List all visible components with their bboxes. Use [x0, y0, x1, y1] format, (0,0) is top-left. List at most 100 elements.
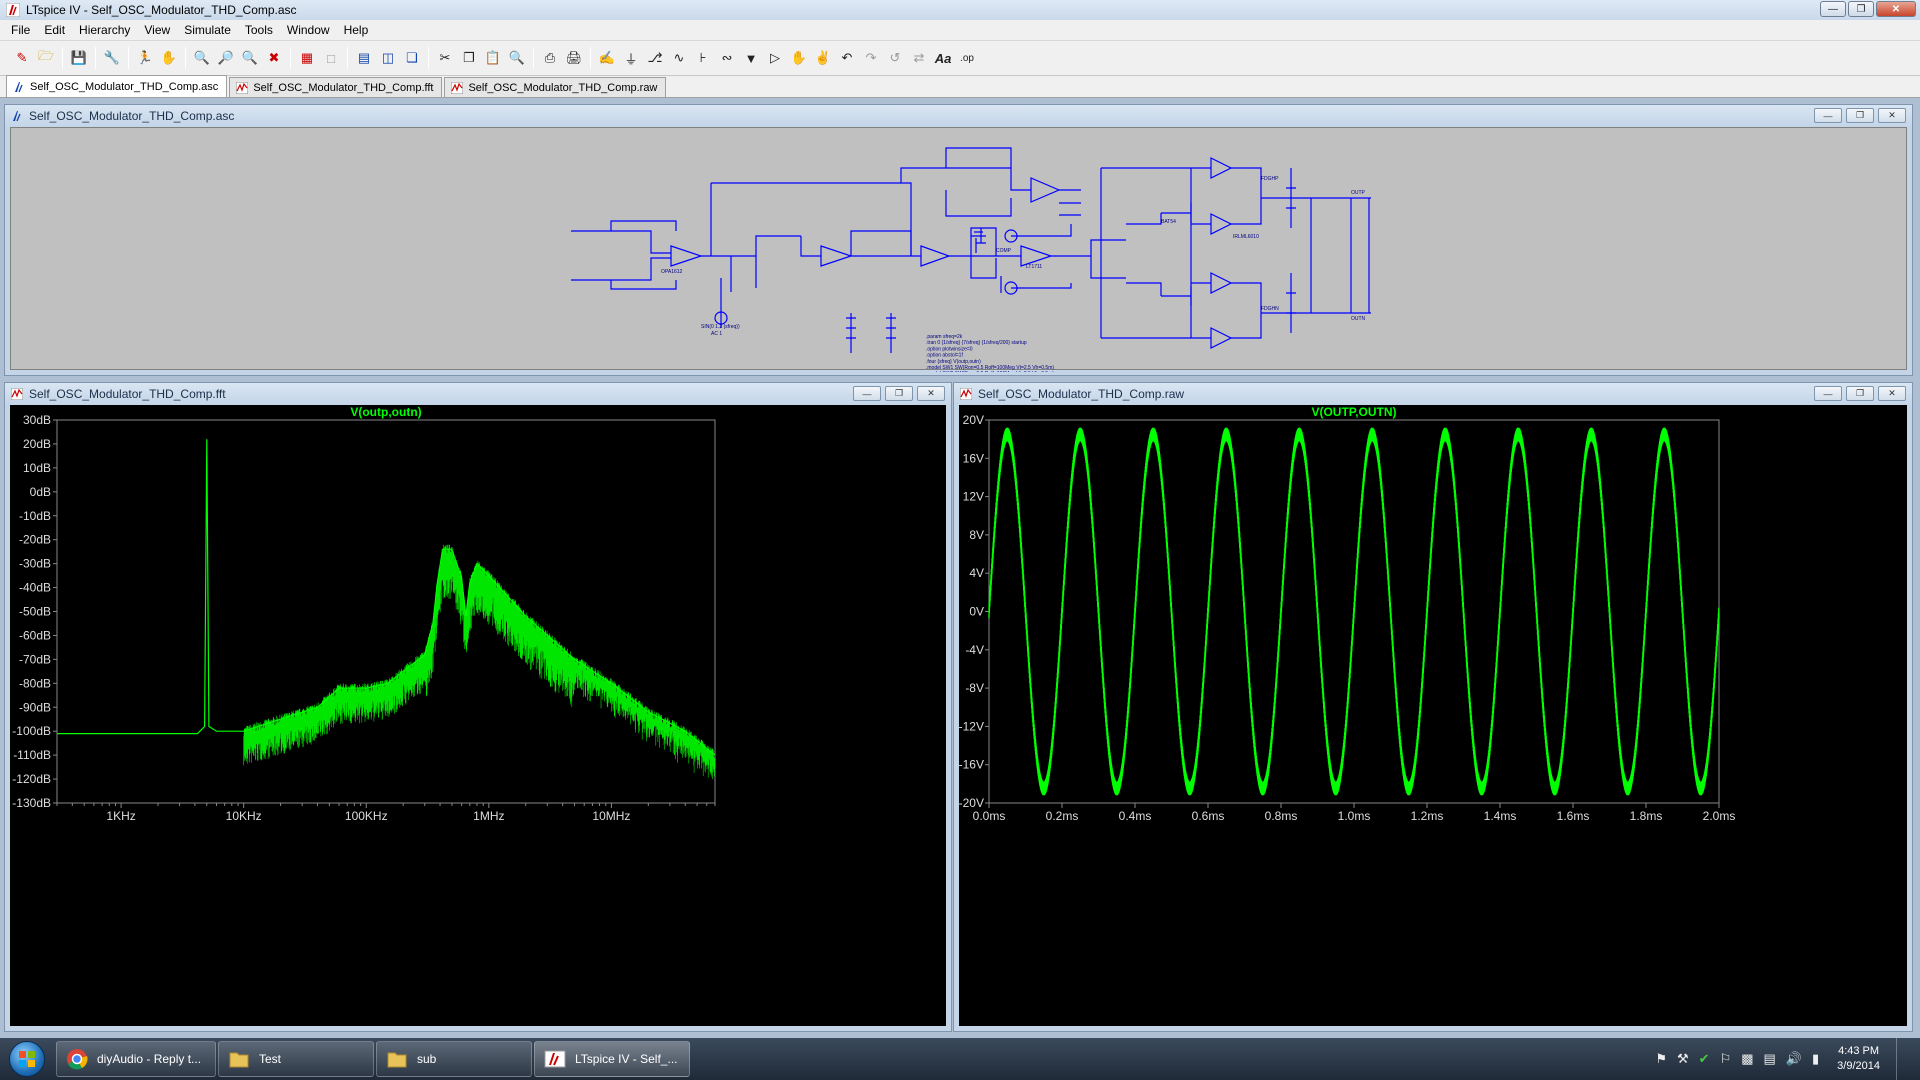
maximize-button[interactable]: ❐	[1848, 1, 1874, 17]
wire-icon[interactable]: ✍	[597, 48, 617, 68]
trace-label[interactable]: V(outp,outn)	[350, 405, 421, 419]
y-tick-label: -20dB	[19, 533, 51, 547]
start-button[interactable]	[0, 1038, 54, 1080]
rotate-icon[interactable]: ↺	[885, 48, 905, 68]
zoom-out-icon[interactable]: 🔍	[240, 48, 260, 68]
show-desktop-button[interactable]	[1896, 1038, 1910, 1080]
x-tick-label: 0.8ms	[1265, 809, 1298, 823]
maximize-button[interactable]: ❐	[885, 386, 913, 401]
tools-icon[interactable]: ⚒	[1677, 1051, 1689, 1067]
check-icon[interactable]: ✔	[1699, 1051, 1710, 1067]
network-icon[interactable]: ▤	[1764, 1051, 1776, 1067]
tile-vertical-icon[interactable]: ◫	[378, 48, 398, 68]
component-icon[interactable]: ▷	[765, 48, 785, 68]
spice-directive[interactable]: .tran 0 {1/sfreq} {7/sfreq} {1/sfreq/200…	[926, 340, 1027, 346]
minimize-button[interactable]: —	[1820, 1, 1846, 17]
y-tick-label: 20dB	[23, 437, 51, 451]
spice-directive[interactable]: .model SW1 SW(Ron=0.5 Roff=100Meg Vt=2.5…	[926, 365, 1054, 371]
fft-plot-area[interactable]: V(outp,outn) 30dB 20dB 10dB 0dB -10dB -20dB -30…	[10, 405, 946, 1026]
menu-hierarchy[interactable]: Hierarchy	[72, 23, 137, 37]
autorange-icon[interactable]: ▦	[297, 48, 317, 68]
tile-horizontal-icon[interactable]: ▤	[354, 48, 374, 68]
menu-tools[interactable]: Tools	[238, 23, 280, 37]
schematic-canvas[interactable]: OUTP OUTN COMP OPA1612 LT1711 IRLML6010 …	[10, 127, 1908, 377]
tab-schematic[interactable]: Self_OSC_Modulator_THD_Comp.asc	[6, 75, 228, 97]
spice-directive[interactable]: .four {sfreq} V(outp,outn)	[926, 359, 981, 365]
menu-view[interactable]: View	[137, 23, 177, 37]
menu-file[interactable]: File	[4, 23, 37, 37]
x-tick-label: 1MHz	[473, 809, 504, 823]
print-icon[interactable]: 🖨	[564, 48, 584, 68]
close-button[interactable]: ✕	[917, 386, 945, 401]
transient-plot[interactable]: V(OUTP,OUTN) 20V 16V 12V 8V 4V 0V -4V -8V -12V -16…	[959, 405, 1907, 1027]
flag-icon[interactable]: ⚐	[1720, 1051, 1732, 1067]
mirror-icon[interactable]: ⇄	[909, 48, 929, 68]
run-icon[interactable]: 🏃	[135, 48, 155, 68]
x-tick-label: 1KHz	[106, 809, 135, 823]
label-net-icon[interactable]: ⎇	[645, 48, 665, 68]
menu-edit[interactable]: Edit	[37, 23, 72, 37]
cut-icon[interactable]: ✂	[435, 48, 455, 68]
trace-label[interactable]: V(OUTP,OUTN)	[1311, 405, 1396, 419]
spice-directive[interactable]: .option abstol=1f	[926, 353, 963, 359]
ground-icon[interactable]: ⏚	[621, 48, 641, 68]
capacitor-icon[interactable]: ⊦	[693, 48, 713, 68]
close-button[interactable]: ✕	[1878, 108, 1906, 123]
spice-directive[interactable]: .option plotwinsize=0	[926, 346, 973, 352]
open-icon[interactable]: 🗁	[36, 48, 56, 68]
schematic-label: OPA1612	[661, 269, 683, 275]
control-panel-icon[interactable]: 🔧	[102, 48, 122, 68]
taskbar-item-chrome[interactable]: diyAudio - Reply t...	[56, 1041, 216, 1077]
device-icon[interactable]: ▩	[1741, 1051, 1753, 1067]
spice-directive-icon[interactable]: .op	[957, 48, 977, 68]
spice-directive[interactable]: .model SW2 SW(Ron=0.5 Roff=100Meg Vt=2.5…	[926, 371, 1054, 377]
y-tick-label: -12V	[959, 719, 984, 733]
close-button[interactable]: ✕	[1876, 1, 1916, 17]
drag-icon[interactable]: ✌	[813, 48, 833, 68]
copy-icon[interactable]: ❐	[459, 48, 479, 68]
spice-directive[interactable]: .param sfreq=2k	[926, 334, 963, 340]
minimize-button[interactable]: —	[1814, 386, 1842, 401]
taskbar-item-ltspice[interactable]: LTspice IV - Self_...	[534, 1041, 690, 1077]
raw-plot-area[interactable]: V(OUTP,OUTN) 20V 16V 12V 8V 4V 0V -4V -8V -12V -16…	[959, 405, 1907, 1026]
move-icon[interactable]: ✋	[789, 48, 809, 68]
taskbar-item-folder-test[interactable]: Test	[218, 1041, 374, 1077]
diode-icon[interactable]: ▼	[741, 48, 761, 68]
taskbar-item-folder-sub[interactable]: sub	[376, 1041, 532, 1077]
undo-icon[interactable]: ↶	[837, 48, 857, 68]
save-icon[interactable]: 💾	[69, 48, 89, 68]
redo-icon[interactable]: ↷	[861, 48, 881, 68]
schematic-drawing[interactable]: OUTP OUTN COMP OPA1612 LT1711 IRLML6010 …	[11, 128, 1908, 377]
schematic-icon	[13, 111, 21, 122]
print-setup-icon[interactable]: ⎙	[540, 48, 560, 68]
draft-icon[interactable]: □	[321, 48, 341, 68]
halt-icon[interactable]: ✋	[159, 48, 179, 68]
inductor-icon[interactable]: ∾	[717, 48, 737, 68]
maximize-button[interactable]: ❐	[1846, 386, 1874, 401]
resistor-icon[interactable]: ∿	[669, 48, 689, 68]
menu-help[interactable]: Help	[337, 23, 376, 37]
pan-icon[interactable]: 🔎	[216, 48, 236, 68]
zoom-fit-icon[interactable]: ✖	[264, 48, 284, 68]
minimize-button[interactable]: —	[1814, 108, 1842, 123]
paste-icon[interactable]: 📋	[483, 48, 503, 68]
menu-window[interactable]: Window	[280, 23, 337, 37]
close-button[interactable]: ✕	[1878, 386, 1906, 401]
volume-icon[interactable]: 🔊	[1786, 1051, 1802, 1067]
tab-raw[interactable]: Self_OSC_Modulator_THD_Comp.raw	[444, 77, 667, 97]
zoom-in-icon[interactable]: 🔍	[192, 48, 212, 68]
new-schematic-icon[interactable]: ✎	[12, 48, 32, 68]
menu-simulate[interactable]: Simulate	[177, 23, 238, 37]
maximize-button[interactable]: ❐	[1846, 108, 1874, 123]
clock[interactable]: 4:43 PM 3/9/2014	[1837, 1044, 1880, 1074]
action-center-icon[interactable]: ⚑	[1655, 1051, 1667, 1067]
battery-icon[interactable]: ▮	[1812, 1051, 1819, 1067]
fft-plot[interactable]: V(outp,outn) 30dB 20dB 10dB 0dB -10dB -20dB -30…	[10, 405, 946, 1027]
mdi-workspace: Self_OSC_Modulator_THD_Comp.asc — ❐ ✕ OU…	[0, 98, 1920, 1038]
text-icon[interactable]: Aa	[933, 48, 953, 68]
minimize-button[interactable]: —	[853, 386, 881, 401]
tab-fft[interactable]: Self_OSC_Modulator_THD_Comp.fft	[229, 77, 443, 97]
find-icon[interactable]: 🔍	[507, 48, 527, 68]
transient-trace[interactable]	[988, 427, 1720, 796]
cascade-icon[interactable]: ❏	[402, 48, 422, 68]
